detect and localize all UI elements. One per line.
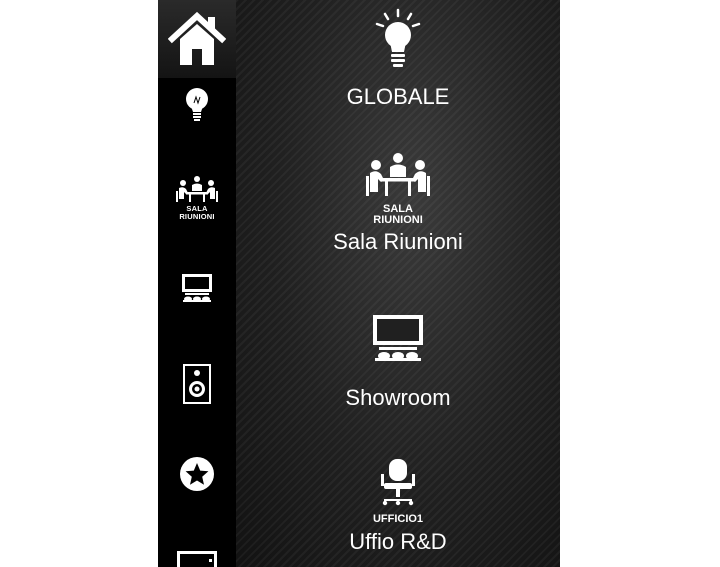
sidebar-item-home[interactable] <box>158 0 236 78</box>
sidebar-item-showroom[interactable] <box>158 268 236 308</box>
office-chair-icon <box>381 459 415 506</box>
showroom-screen-icon <box>373 315 423 361</box>
showroom-screen-icon <box>182 274 212 302</box>
tv-icon <box>177 551 217 567</box>
app-window: SALA RIUNIONI GLOBALE SALA RIUNIONI Sala… <box>158 0 560 567</box>
home-icon <box>168 11 226 65</box>
zone-item-globale[interactable]: GLOBALE <box>236 8 560 110</box>
speaker-icon <box>183 364 211 404</box>
sidebar-item-tv[interactable] <box>158 540 236 567</box>
sidebar-item-favorites[interactable] <box>158 452 236 496</box>
zone-label: Showroom <box>345 385 451 410</box>
star-icon <box>180 457 214 491</box>
light-bulb-icon <box>186 88 208 121</box>
zone-sublabel: SALA RIUNIONI <box>373 203 423 226</box>
sidebar-item-sala-riunioni[interactable]: SALA RIUNIONI <box>158 172 236 224</box>
meeting-room-icon <box>176 176 218 202</box>
sidebar: SALA RIUNIONI <box>158 0 236 567</box>
meeting-room-icon <box>366 153 430 196</box>
sidebar-item-audio[interactable] <box>158 362 236 406</box>
zone-label: Sala Riunioni <box>333 229 463 254</box>
sidebar-item-lighting[interactable] <box>158 80 236 128</box>
zone-label: Uffio R&D <box>349 529 447 554</box>
zone-list: GLOBALE SALA RIUNIONI Sala Riunioni Show… <box>236 0 560 567</box>
zone-label: GLOBALE <box>346 84 450 109</box>
zone-item-sala-riunioni[interactable]: SALA RIUNIONI Sala Riunioni <box>236 152 560 255</box>
zone-sublabel: UFFICIO1 <box>372 513 424 525</box>
light-bulb-icon <box>375 8 421 67</box>
zone-item-showroom[interactable]: Showroom <box>236 313 560 411</box>
zone-item-ufficio1[interactable]: UFFICIO1 Uffio R&D <box>236 458 560 555</box>
sidebar-item-label: SALA RIUNIONI <box>179 204 215 221</box>
